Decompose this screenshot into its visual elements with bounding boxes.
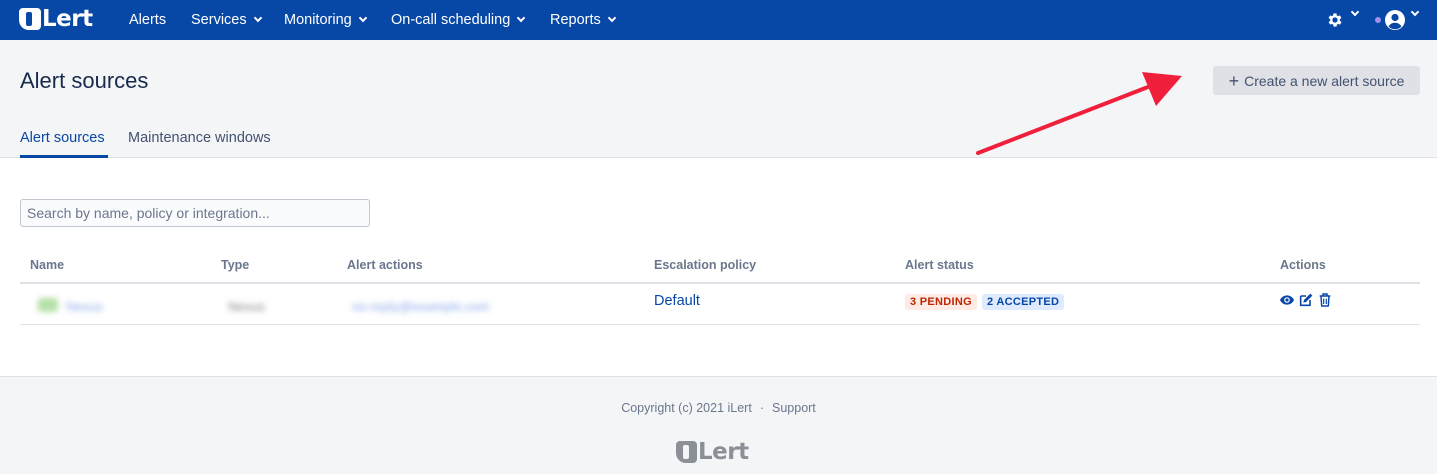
ilert-logo[interactable]: Lert (19, 6, 93, 32)
support-link[interactable]: Support (772, 401, 816, 415)
nav-item-label: Monitoring (284, 12, 352, 28)
footer: Copyright (c) 2021 iLert · Support Lert (0, 376, 1437, 474)
nav-item-on-call-scheduling[interactable]: On-call scheduling (391, 0, 526, 40)
page-header: Alert sources + Create a new alert sourc… (0, 40, 1437, 158)
annotation-arrow-icon (976, 72, 1182, 155)
gear-icon[interactable] (1326, 11, 1344, 29)
edit-icon[interactable] (1298, 292, 1314, 308)
column-header-name[interactable]: Name (30, 258, 64, 272)
create-alert-source-label: Create a new alert source (1244, 72, 1405, 89)
page-title: Alert sources (20, 68, 149, 93)
top-navigation-bar: Lert Alerts Services Monitoring On-call … (0, 0, 1437, 40)
nav-item-label: On-call scheduling (391, 12, 511, 28)
tab-label: Maintenance windows (128, 130, 271, 146)
column-header-alert-actions: Alert actions (347, 258, 423, 272)
create-alert-source-button[interactable]: + Create a new alert source (1213, 66, 1420, 95)
nav-item-alerts[interactable]: Alerts (129, 0, 166, 40)
nav-item-label: Services (191, 12, 247, 28)
nav-item-reports[interactable]: Reports (550, 0, 617, 40)
footer-text: Copyright (c) 2021 iLert · Support (0, 401, 1437, 415)
chevron-down-icon[interactable] (1410, 7, 1420, 17)
nav-item-label: Alerts (129, 12, 167, 28)
column-header-actions: Actions (1280, 258, 1326, 272)
active-tab-indicator (20, 155, 108, 158)
chevron-down-icon (253, 13, 262, 23)
chevron-down-icon (607, 13, 617, 23)
notification-dot-icon (1375, 17, 1381, 23)
column-header-alert-status: Alert status (905, 258, 974, 272)
footer-separator: · (759, 401, 764, 415)
copyright-text: Copyright (c) 2021 iLert (621, 401, 752, 415)
plus-icon: + (1228, 70, 1240, 91)
nav-item-label: Reports (550, 12, 601, 28)
chevron-down-icon[interactable] (1350, 7, 1360, 17)
status-badge-accepted[interactable]: 2 ACCEPTED (982, 294, 1065, 310)
footer-ilert-logo: Lert (676, 439, 749, 465)
status-badge-pending[interactable]: 3 PENDING (905, 294, 977, 310)
ilert-logo-mark-icon (676, 441, 697, 463)
ilert-logo-text: Lert (42, 6, 93, 32)
nav-item-services[interactable]: Services (191, 0, 262, 40)
tab-alert-sources[interactable]: Alert sources (20, 130, 105, 146)
ilert-logo-mark-icon (19, 8, 41, 30)
trash-icon[interactable] (1317, 292, 1333, 308)
column-header-escalation-policy[interactable]: Escalation policy (654, 258, 756, 272)
table-row-divider (20, 324, 1420, 325)
eye-icon[interactable] (1279, 292, 1295, 308)
escalation-policy-link[interactable]: Default (654, 293, 700, 309)
user-circle-icon[interactable] (1383, 8, 1407, 32)
chevron-down-icon (517, 13, 526, 23)
search-input[interactable] (20, 199, 370, 227)
chevron-down-icon (358, 13, 367, 23)
column-header-type[interactable]: Type (221, 258, 249, 272)
redaction-overlay (20, 284, 598, 324)
tab-maintenance-windows[interactable]: Maintenance windows (128, 130, 271, 146)
footer-logo-text: Lert (698, 439, 749, 465)
tab-label: Alert sources (20, 130, 105, 146)
nav-item-monitoring[interactable]: Monitoring (284, 0, 367, 40)
